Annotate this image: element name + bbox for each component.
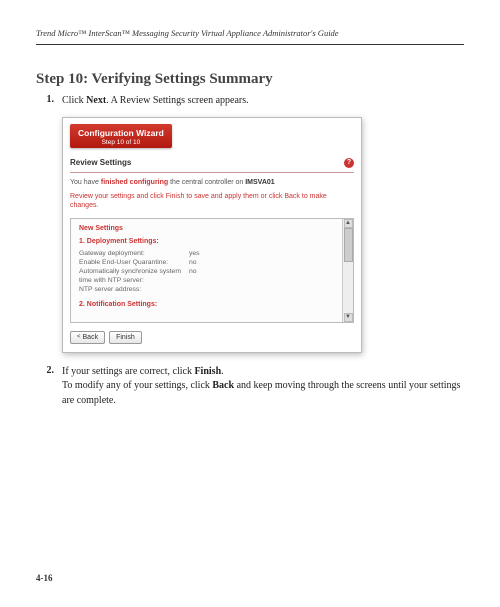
step2-line2-bold: Back [212,380,234,391]
step2-line2-pre: To modify any of your settings, click [62,380,212,391]
step1-post: . A Review Settings screen appears. [106,95,248,106]
scrollbar[interactable]: ▲ ▼ [342,219,353,322]
help-icon[interactable]: ? [344,158,354,168]
review-settings-heading: Review Settings [70,158,131,167]
intro-d: IMSVA01 [245,179,274,186]
row-key: Enable End-User Quarantine: [79,258,189,267]
review-intro-line: You have finished configuring the centra… [70,179,354,186]
deployment-settings-label: 1. Deployment Settings: [79,238,334,245]
row-key: NTP server address: [79,285,189,294]
step-body-2: If your settings are correct, click Fini… [62,365,464,409]
finish-button[interactable]: Finish [109,331,142,344]
intro-c: the central controller on [168,179,245,186]
notification-settings-label: 2. Notification Settings: [79,301,334,308]
row-val: no [189,258,213,267]
row-key: Gateway deployment: [79,249,189,258]
row-val: no [189,267,213,285]
intro-b: finished configuring [101,179,168,186]
finish-button-label: Finish [116,334,135,341]
wizard-title: Configuration Wizard [78,128,164,138]
row-key: Automatically synchronize system time wi… [79,267,189,285]
step1-pre: Click [62,95,86,106]
scroll-up-icon[interactable]: ▲ [344,219,353,228]
step-number-1: 1. [36,94,62,109]
step-body-1: Click Next. A Review Settings screen app… [62,94,464,109]
step2-pre: If your settings are correct, click [62,366,194,377]
settings-row: Enable End-User Quarantine:no [79,258,334,267]
back-button[interactable]: <Back [70,331,105,344]
review-intro-instructions: Review your settings and click Finish to… [70,192,354,210]
new-settings-label: New Settings [79,225,334,232]
settings-scroll-panel: New Settings 1. Deployment Settings: Gat… [70,218,354,323]
page-number: 4-16 [36,573,53,583]
step1-bold: Next [86,95,106,106]
step2-bold: Finish [194,366,221,377]
scroll-thumb[interactable] [344,228,353,262]
scroll-track[interactable] [344,228,353,313]
wizard-banner: Configuration Wizard Step 10 of 10 [70,124,172,148]
chevron-left-icon: < [77,334,81,340]
running-header: Trend Micro™ InterScan™ Messaging Securi… [36,28,464,45]
section-title: Step 10: Verifying Settings Summary [36,71,464,88]
back-button-label: Back [83,334,99,341]
step-number-2: 2. [36,365,62,409]
wizard-subtitle: Step 10 of 10 [78,139,164,146]
embedded-screenshot: Configuration Wizard Step 10 of 10 Revie… [62,117,362,353]
settings-row: Gateway deployment:yes [79,249,334,258]
row-val [189,285,213,294]
settings-row: Automatically synchronize system time wi… [79,267,334,285]
scroll-down-icon[interactable]: ▼ [344,313,353,322]
intro-a: You have [70,179,101,186]
settings-row: NTP server address: [79,285,334,294]
row-val: yes [189,249,213,258]
step2-post: . [221,366,224,377]
